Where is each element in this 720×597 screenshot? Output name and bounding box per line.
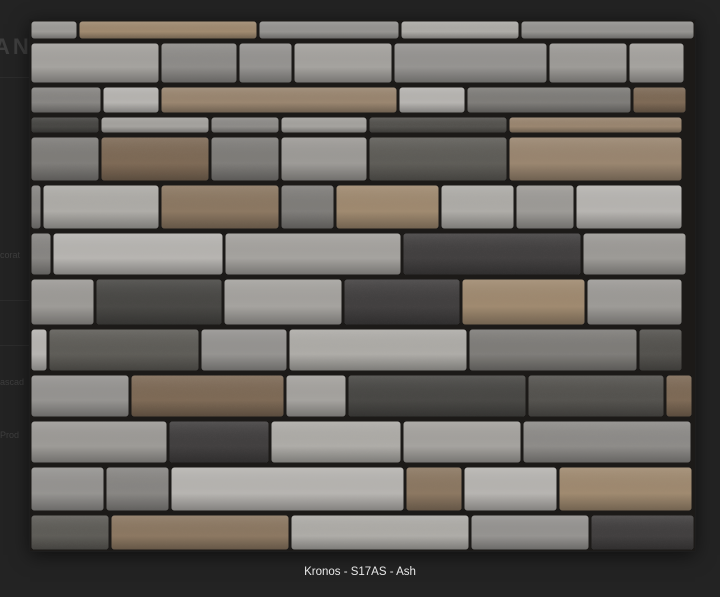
stone-shading [281, 117, 367, 133]
stone-shading [201, 329, 287, 371]
stone-shading [344, 279, 460, 325]
stone-shading [521, 21, 694, 39]
stone-shading [441, 185, 514, 229]
stone-shading [31, 375, 129, 417]
stone-shading [633, 87, 686, 113]
stone-shading [31, 21, 77, 39]
stone-shading [31, 117, 99, 133]
stone-shading [31, 329, 47, 371]
stone-shading [291, 515, 469, 550]
stone-shading [31, 185, 41, 229]
stone-shading [53, 233, 223, 275]
stone-shading [79, 21, 257, 39]
stone-shading [111, 515, 289, 550]
stone-shading [131, 375, 284, 417]
stone-shading [103, 87, 159, 113]
stone-shading [469, 329, 637, 371]
stone-shading [225, 233, 401, 275]
stone-shading [523, 421, 691, 463]
stone-shading [629, 43, 684, 83]
stone-shading [369, 137, 507, 181]
stone-shading [467, 87, 631, 113]
stone-shading [211, 137, 279, 181]
stone-shading [211, 117, 279, 133]
stone-shading [31, 87, 101, 113]
stone-shading [31, 421, 167, 463]
stone-shading [401, 21, 519, 39]
stone-shading [101, 117, 209, 133]
stone-shading [31, 467, 104, 511]
stone-shading [224, 279, 342, 325]
stone-shading [576, 185, 682, 229]
stone-shading [369, 117, 507, 133]
stone-shading [161, 43, 237, 83]
stone-shading [403, 233, 581, 275]
stone-shading [462, 279, 585, 325]
stone-shading [528, 375, 664, 417]
stone-shading [106, 467, 169, 511]
stone-shading [591, 515, 694, 550]
stone-shading [471, 515, 589, 550]
stone-shading [31, 137, 99, 181]
stone-shading [101, 137, 209, 181]
stone-shading [336, 185, 439, 229]
stone-veneer-image [30, 20, 695, 551]
image-caption: Kronos - S17AS - Ash [304, 566, 416, 578]
stone-shading [403, 421, 521, 463]
stone-shading [509, 137, 682, 181]
stone-shading [239, 43, 292, 83]
stone-shading [31, 279, 94, 325]
lightbox-image-frame [30, 20, 695, 551]
stone-shading [294, 43, 392, 83]
stone-shading [516, 185, 574, 229]
stone-shading [281, 137, 367, 181]
stone-shading [587, 279, 682, 325]
stone-shading [559, 467, 692, 511]
stone-shading [289, 329, 467, 371]
stone-shading [399, 87, 465, 113]
stone-shading [639, 329, 682, 371]
stone-shading [31, 515, 109, 550]
stone-shading [161, 185, 279, 229]
stone-shading [666, 375, 692, 417]
stone-shading [549, 43, 627, 83]
stone-shading [394, 43, 547, 83]
stone-shading [169, 421, 269, 463]
stone-shading [259, 21, 399, 39]
stone-shading [31, 43, 159, 83]
stone-shading [171, 467, 404, 511]
stone-shading [281, 185, 334, 229]
stone-shading [348, 375, 526, 417]
stone-shading [271, 421, 401, 463]
stone-shading [96, 279, 222, 325]
stone-shading [31, 233, 51, 275]
stone-shading [464, 467, 557, 511]
stone-shading [509, 117, 682, 133]
stone-shading [583, 233, 686, 275]
stone-shading [406, 467, 462, 511]
stone-shading [43, 185, 159, 229]
stone-shading [49, 329, 199, 371]
stone-shading [161, 87, 397, 113]
stone-shading [286, 375, 346, 417]
